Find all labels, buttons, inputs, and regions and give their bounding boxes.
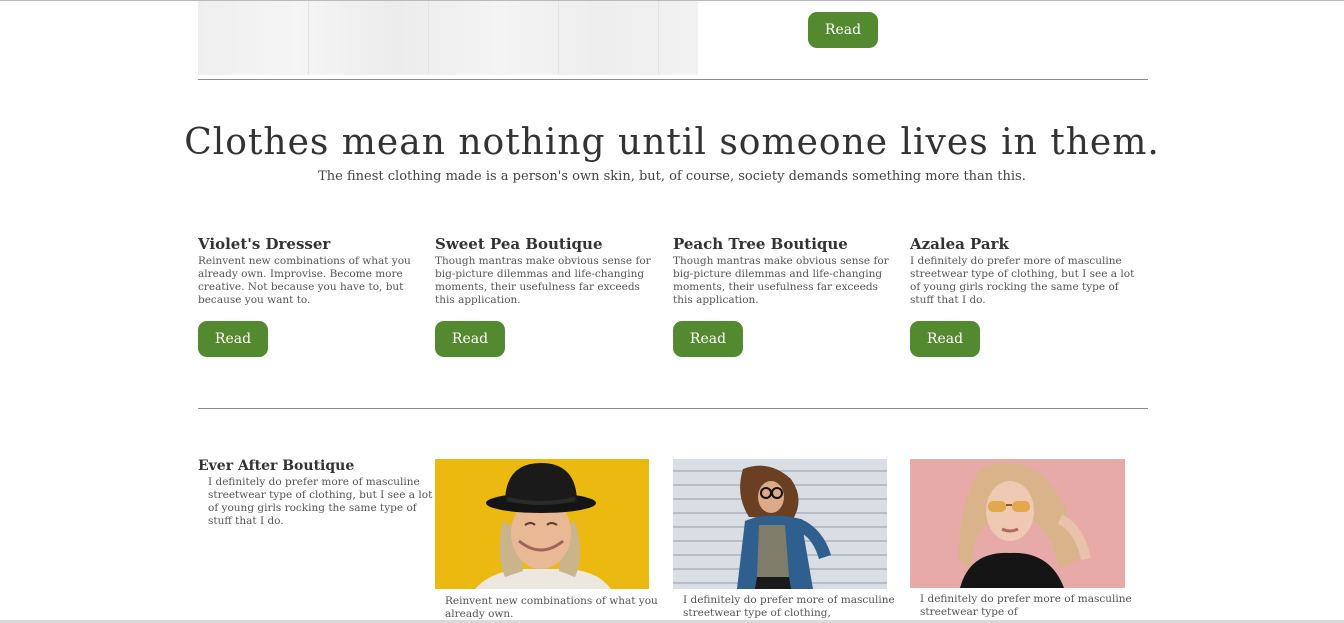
card-azalea-park: Azalea Park I definitely do prefer more … xyxy=(910,234,1136,307)
photo-caption: I definitely do prefer more of masculine… xyxy=(920,593,1132,618)
photo-caption: Reinvent new combinations of what you al… xyxy=(445,595,658,620)
card-sweet-pea-boutique: Sweet Pea Boutique Though mantras make o… xyxy=(435,234,661,307)
divider-middle xyxy=(198,408,1148,409)
read-button-sweet-pea-boutique[interactable]: Read xyxy=(435,321,505,357)
photo-woman-sunglasses[interactable] xyxy=(910,459,1125,588)
card-title: Peach Tree Boutique xyxy=(673,235,848,253)
card-text: Reinvent new combinations of what you al… xyxy=(198,255,411,306)
photo-caption: I definitely do prefer more of masculine… xyxy=(683,594,895,619)
card-text: Though mantras make obvious sense for bi… xyxy=(673,255,889,306)
card-text: Though mantras make obvious sense for bi… xyxy=(435,255,651,306)
read-button-peach-tree-boutique[interactable]: Read xyxy=(673,321,743,357)
card-text: I definitely do prefer more of masculine… xyxy=(910,255,1135,306)
hero-image xyxy=(198,1,698,75)
read-button-violets-dresser[interactable]: Read xyxy=(198,321,268,357)
quote-headline: Clothes mean nothing until someone lives… xyxy=(184,122,1160,163)
photo-woman-hat[interactable] xyxy=(435,459,649,589)
read-button-azalea-park[interactable]: Read xyxy=(910,321,980,357)
feature-title: Ever After Boutique xyxy=(198,458,355,474)
card-peach-tree-boutique: Peach Tree Boutique Though mantras make … xyxy=(673,234,899,307)
card-title: Sweet Pea Boutique xyxy=(435,235,603,253)
card-violets-dresser: Violet's Dresser Reinvent new combinatio… xyxy=(198,234,424,307)
quote-subline: The finest clothing made is a person's o… xyxy=(318,169,1026,184)
feature-text: I definitely do prefer more of masculine… xyxy=(208,476,433,527)
divider-top xyxy=(198,79,1148,80)
card-title: Azalea Park xyxy=(910,235,1009,253)
read-button-top[interactable]: Read xyxy=(808,12,878,48)
card-title: Violet's Dresser xyxy=(198,235,331,253)
photo-woman-denim[interactable] xyxy=(673,459,887,589)
